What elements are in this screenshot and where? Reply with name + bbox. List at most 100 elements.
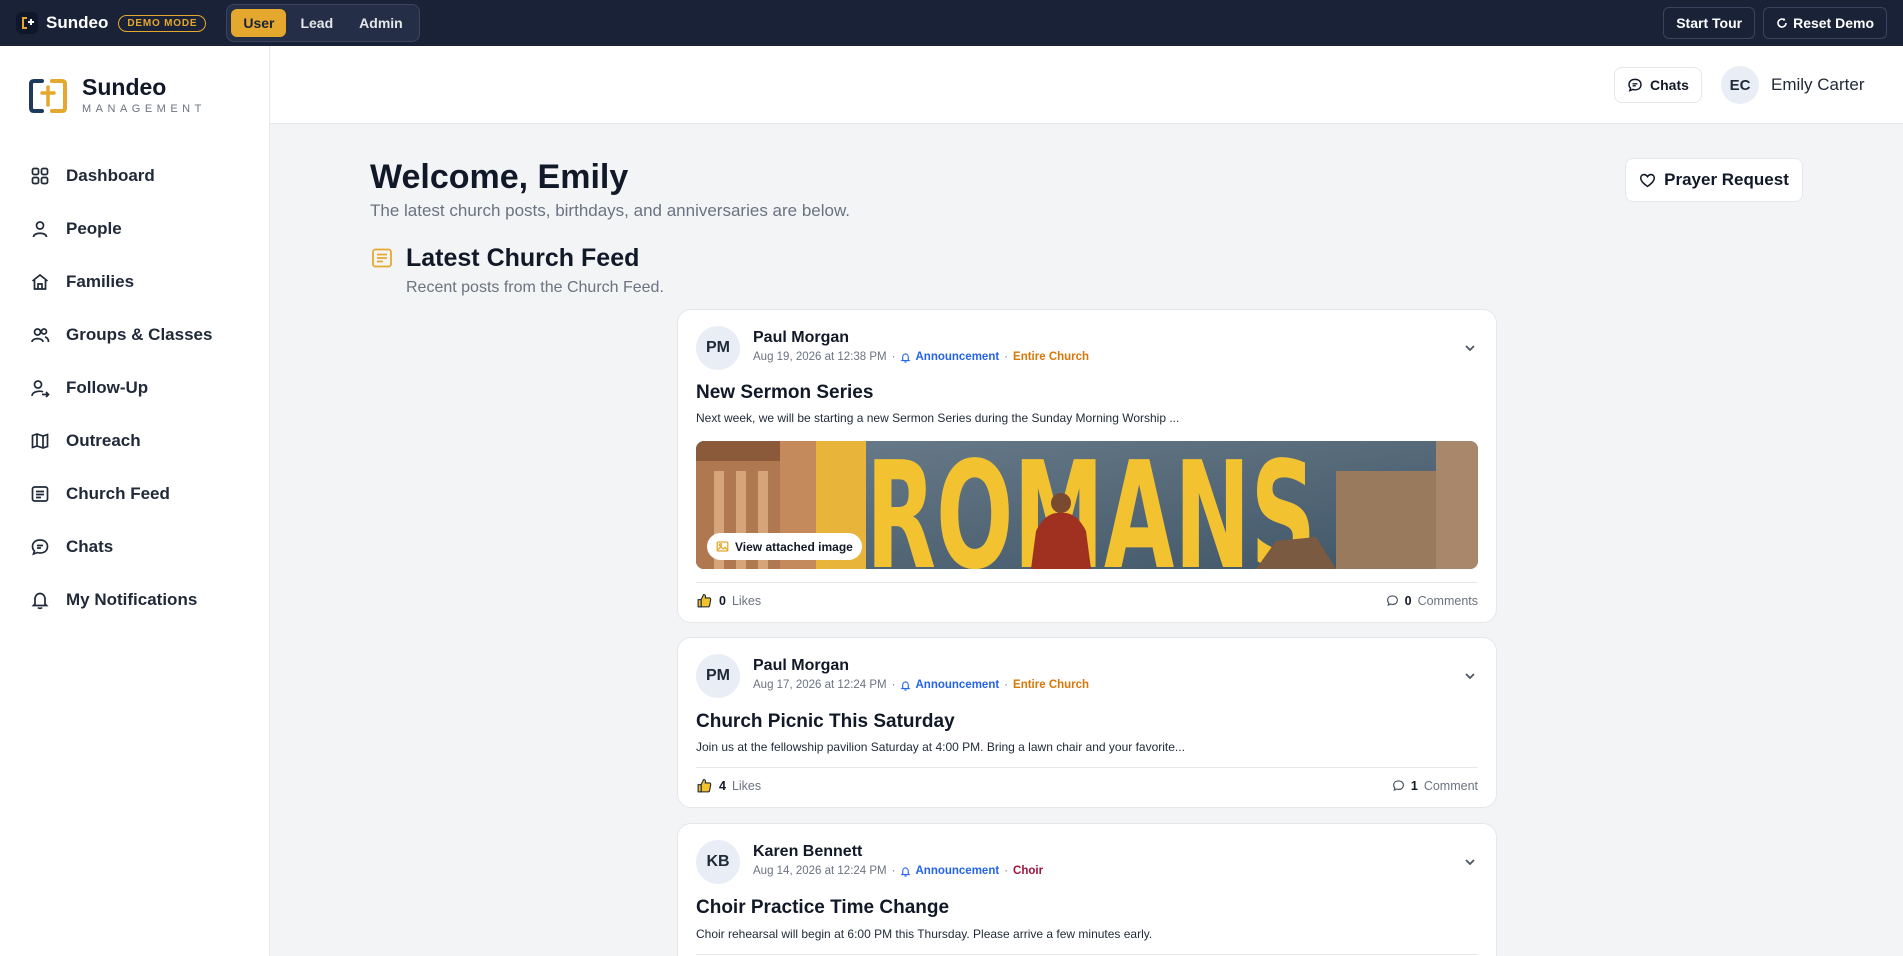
map-icon [31,432,49,449]
post-title[interactable]: Choir Practice Time Change [696,897,949,919]
post-category-label: Announcement [915,679,1000,691]
post-divider [696,767,1478,768]
likes-label: Likes [731,778,762,793]
heart-icon [1640,173,1656,187]
header-chats-button[interactable]: Chats [1614,67,1702,103]
user-name: Emily Carter [1771,75,1865,94]
sidebar-brand-sub: MANAGEMENT [82,103,206,115]
post-title[interactable]: Church Picnic This Saturday [696,711,955,733]
reset-demo-label: Reset Demo [1793,15,1874,31]
feed-post: PM Paul Morgan Aug 19, 2026 at 12:38 PM … [677,309,1497,623]
post-category: Announcement [900,351,999,363]
bell-icon [901,352,911,363]
post-footer: 4 Likes 1 Comment [696,777,1478,794]
thumbs-up-icon [697,778,712,793]
chevron-down-icon[interactable] [1462,340,1478,356]
sidebar-item-people[interactable]: People [0,202,269,255]
sidebar-brand[interactable]: Sundeo MANAGEMENT [0,46,269,143]
feed-post: KB Karen Bennett Aug 14, 2026 at 12:24 P… [677,823,1497,956]
chat-icon [1628,78,1642,92]
like-count: 4 [719,778,726,793]
comments-button[interactable]: 0 Comments [1386,594,1478,608]
post-category: Announcement [900,679,999,691]
post-category-label: Announcement [915,351,1000,363]
sidebar-item-label: Outreach [66,430,141,450]
meta-separator: · [891,865,896,877]
post-date: Aug 14, 2026 at 12:24 PM [753,865,887,877]
post-body: Choir rehearsal will begin at 6:00 PM th… [696,927,1153,941]
post-author[interactable]: Paul Morgan [753,329,849,347]
comment-icon [1386,595,1398,607]
sidebar-item-outreach[interactable]: Outreach [0,414,269,467]
user-menu[interactable]: EC Emily Carter [1721,66,1865,104]
sidebar-item-label: My Notifications [66,589,198,609]
bell-icon [31,592,49,609]
post-date: Aug 17, 2026 at 12:24 PM [753,679,887,691]
sidebar-item-label: Follow-Up [66,377,149,397]
top-brand[interactable]: Sundeo [16,12,108,34]
bell-icon [901,680,911,691]
post-body: Join us at the fellowship pavilion Satur… [696,740,1185,754]
sidebar-item-label: Dashboard [66,165,155,185]
sidebar-item-dashboard[interactable]: Dashboard [0,149,269,202]
sidebar-item-label: Chats [66,536,114,556]
page-title: Welcome, Emily [370,158,629,196]
post-date: Aug 19, 2026 at 12:38 PM [753,351,887,363]
sidebar-item-follow-up[interactable]: Follow-Up [0,361,269,414]
post-audience: Entire Church [1013,351,1090,363]
like-button[interactable]: 4 Likes [696,777,761,794]
likes-label: Likes [731,593,762,608]
view-attached-image-button[interactable]: View attached image [707,533,862,560]
sidebar-brand-name: Sundeo [82,74,167,100]
sidebar-item-label: Church Feed [66,483,170,503]
top-bar: Sundeo DEMO MODE User Lead Admin Start T… [0,0,1903,46]
sidebar-item-families[interactable]: Families [0,255,269,308]
start-tour-button[interactable]: Start Tour [1663,7,1756,39]
prayer-request-label: Prayer Request [1664,170,1789,189]
like-count: 0 [719,593,726,608]
sidebar-nav: Dashboard People Families Groups & Class… [0,149,269,626]
comments-label: Comment [1423,778,1478,793]
demo-mode-badge: DEMO MODE [118,14,207,32]
comments-button[interactable]: 1 Comment [1392,779,1478,793]
role-switcher: User Lead Admin [226,4,420,42]
post-audience: Choir [1013,865,1044,877]
feed-subtitle: Recent posts from the Church Feed. [406,279,664,296]
sidebar: Sundeo MANAGEMENT Dashboard People Famil… [0,46,270,956]
top-brand-name: Sundeo [46,13,109,32]
post-category: Announcement [900,865,999,877]
feed-title: Latest Church Feed [406,244,640,272]
sidebar-item-label: People [66,218,122,238]
reset-demo-button[interactable]: Reset Demo [1763,7,1887,39]
post-divider [696,582,1478,583]
post-image-text: ROMANS [866,441,1316,569]
meta-separator: · [1004,679,1009,691]
avatar: PM [696,326,740,370]
post-body: Next week, we will be starting a new Ser… [696,411,1180,425]
chevron-down-icon[interactable] [1462,668,1478,684]
post-author[interactable]: Paul Morgan [753,657,849,675]
sidebar-item-chats[interactable]: Chats [0,520,269,573]
thumbs-up-icon [697,593,712,608]
home-icon [31,273,49,290]
sidebar-item-label: Families [66,271,135,291]
like-button[interactable]: 0 Likes [696,592,761,609]
post-audience: Entire Church [1013,679,1090,691]
person-icon [32,220,48,237]
sidebar-item-label: Groups & Classes [66,324,213,344]
role-admin-button[interactable]: Admin [347,9,415,37]
refresh-icon [1777,18,1787,28]
post-author[interactable]: Karen Bennett [753,843,862,861]
sidebar-item-groups-classes[interactable]: Groups & Classes [0,308,269,361]
sidebar-item-my-notifications[interactable]: My Notifications [0,573,269,626]
role-user-button[interactable]: User [231,9,287,37]
chevron-down-icon[interactable] [1462,854,1478,870]
avatar: EC [1721,66,1759,104]
users-icon [31,327,50,342]
post-title[interactable]: New Sermon Series [696,382,873,404]
post-image[interactable]: ROMANS View attached image [696,441,1478,569]
prayer-request-button[interactable]: Prayer Request [1625,158,1803,202]
role-lead-button[interactable]: Lead [288,9,345,37]
sidebar-item-church-feed[interactable]: Church Feed [0,467,269,520]
bell-icon [901,866,911,877]
